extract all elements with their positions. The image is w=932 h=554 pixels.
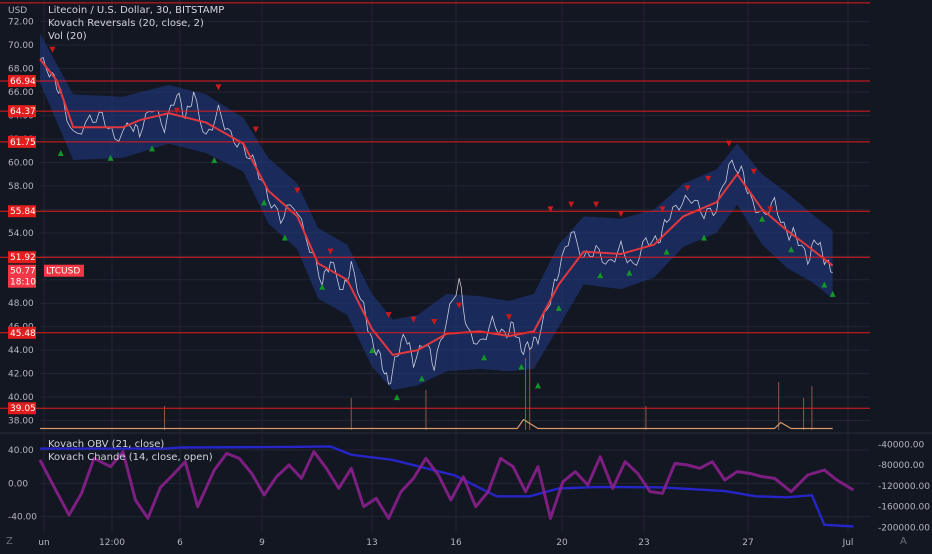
level-price-label: 64.37 — [10, 107, 36, 117]
time-axis-tick: 27 — [742, 538, 753, 548]
level-price-label: 51.92 — [10, 253, 36, 263]
time-axis-tick: 9 — [259, 538, 265, 548]
time-axis-tick: 6 — [177, 538, 183, 548]
price-axis-tick: 54.00 — [8, 229, 34, 239]
time-axis-tick: 13 — [366, 538, 377, 548]
indicator-kovach-obv-label[interactable]: Kovach OBV (21, close) — [48, 439, 164, 450]
obv-axis-tick: -200000.00 — [878, 523, 930, 533]
price-axis-tick: 42.00 — [8, 370, 34, 380]
price-axis-tick: 72.00 — [8, 18, 34, 28]
time-axis-tick: 16 — [450, 538, 462, 548]
price-axis-tick: 40.00 — [8, 393, 34, 403]
level-price-label: 66.94 — [10, 77, 36, 87]
chande-axis-tick: -40.00 — [8, 513, 37, 523]
last-price-value: 50.77 — [10, 267, 36, 277]
chart-title: Litecoin / U.S. Dollar, 30, BITSTAMP — [48, 5, 225, 16]
chande-axis-tick: 0.00 — [8, 479, 28, 489]
price-axis-tick: 68.00 — [8, 65, 34, 75]
time-axis-tick: un — [38, 538, 49, 548]
obv-axis-tick: -160000.00 — [878, 503, 930, 513]
obv-axis-tick: -40000.00 — [878, 440, 924, 450]
price-axis-tick: 66.00 — [8, 88, 34, 98]
indicator-volume-label[interactable]: Vol (20) — [48, 31, 87, 42]
timezone-button[interactable]: Z — [6, 536, 13, 547]
level-price-label: 39.05 — [10, 404, 36, 414]
level-price-label: 61.75 — [10, 138, 36, 148]
auto-scale-button[interactable]: A — [900, 536, 907, 547]
obv-axis-tick: -120000.00 — [878, 482, 930, 492]
price-axis-tick: 70.00 — [8, 41, 34, 51]
chande-axis-tick: 40.00 — [8, 446, 34, 456]
chart-svg[interactable]: 38.0040.0042.0044.0046.0048.0050.0052.00… — [0, 0, 932, 550]
last-price-countdown: 18:10 — [10, 278, 36, 288]
obv-axis-tick: -80000.00 — [878, 461, 924, 471]
time-axis-tick: 12:00 — [99, 538, 125, 548]
currency-label: USD — [8, 6, 28, 16]
price-axis-tick: 48.00 — [8, 299, 34, 309]
indicator-kovach-chande-label[interactable]: Kovach Chande (14, close, open) — [48, 452, 213, 463]
price-axis-tick: 60.00 — [8, 158, 34, 168]
level-price-label: 55.84 — [10, 207, 36, 217]
price-axis-tick: 44.00 — [8, 346, 34, 356]
time-axis-tick: Jul — [842, 538, 854, 548]
level-price-label: 45.48 — [10, 329, 36, 339]
price-axis-tick: 58.00 — [8, 182, 34, 192]
price-axis-tick: 38.00 — [8, 417, 34, 427]
time-axis-tick: 23 — [638, 538, 649, 548]
indicator-kovach-reversals-label[interactable]: Kovach Reversals (20, close, 2) — [48, 18, 204, 29]
chart-root[interactable]: 38.0040.0042.0044.0046.0048.0050.0052.00… — [0, 0, 932, 550]
chart-background — [0, 0, 932, 550]
time-axis-tick: 20 — [556, 538, 568, 548]
symbol-label: LTCUSD — [46, 267, 80, 277]
